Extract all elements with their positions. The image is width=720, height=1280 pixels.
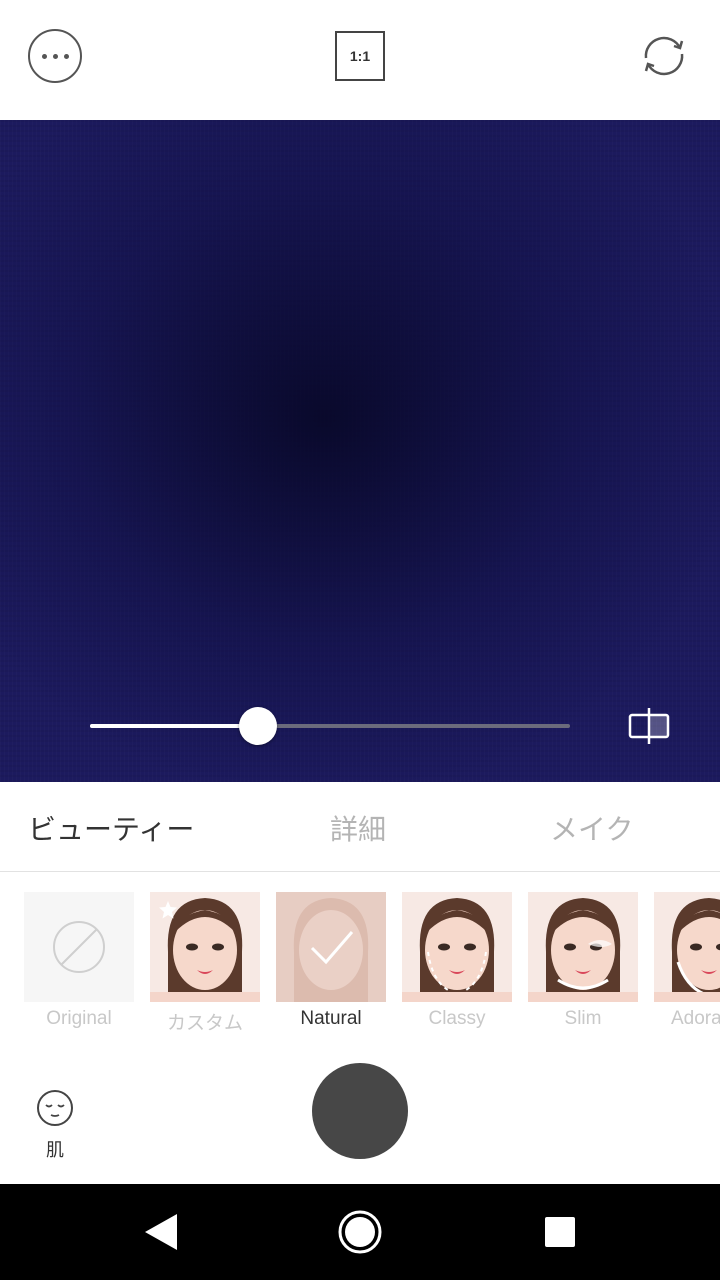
aspect-ratio-button[interactable]: 1:1	[335, 31, 385, 81]
preset-label: Original	[46, 1008, 112, 1029]
aspect-ratio-label: 1:1	[349, 48, 371, 64]
preset-list: Original カスタム Natural Classy Slim Adora	[0, 872, 720, 1040]
compare-split-icon	[628, 708, 670, 744]
feature-tabs: ビューティー 詳細 メイク	[0, 782, 720, 872]
camera-preview[interactable]	[0, 120, 720, 782]
preset-slim[interactable]: Slim	[528, 892, 638, 1030]
face-illustration	[654, 898, 720, 1002]
preset-label: Slim	[564, 1008, 602, 1029]
face-icon	[37, 1090, 73, 1126]
skin-button[interactable]: 肌	[34, 1088, 76, 1162]
preset-original[interactable]: Original	[24, 892, 134, 1030]
preset-label: カスタム	[166, 1013, 243, 1034]
skin-label: 肌	[46, 1140, 64, 1161]
recent-square-icon[interactable]	[545, 1217, 575, 1247]
preset-label: Classy	[428, 1008, 486, 1029]
tab-detail[interactable]: 詳細	[330, 808, 386, 848]
preset-thumbnail	[654, 892, 720, 1002]
none-icon	[53, 921, 105, 973]
switch-camera-button[interactable]	[636, 28, 692, 84]
top-bar: 1:1	[0, 0, 720, 120]
face-illustration	[528, 898, 638, 1002]
preset-thumbnail	[276, 892, 386, 1002]
preset-classy[interactable]: Classy	[402, 892, 512, 1030]
tab-beauty[interactable]: ビューティー	[28, 808, 194, 848]
more-horizontal-icon	[39, 53, 72, 59]
preset-adorable[interactable]: Adorable	[654, 892, 720, 1030]
slider-fill	[90, 724, 258, 728]
system-nav-bar	[0, 1184, 720, 1280]
camera-switch-icon	[644, 36, 684, 76]
compare-button[interactable]	[628, 706, 670, 746]
more-button[interactable]	[28, 29, 82, 83]
preset-label: Natural	[300, 1008, 362, 1029]
preset-thumbnail	[24, 892, 134, 1002]
preset-thumbnail	[402, 892, 512, 1002]
slider-knob[interactable]	[239, 707, 277, 745]
check-icon	[310, 931, 354, 965]
preset-thumbnail	[150, 892, 260, 1002]
beauty-intensity-slider[interactable]	[90, 707, 570, 745]
preset-label: Adorable	[670, 1008, 720, 1029]
star-icon	[159, 901, 177, 919]
preset-thumbnail	[528, 892, 638, 1002]
home-circle-icon[interactable]	[337, 1209, 383, 1255]
shutter-button[interactable]	[312, 1063, 408, 1159]
face-illustration	[402, 898, 512, 1002]
preset-custom[interactable]: カスタム	[150, 892, 260, 1035]
preset-natural[interactable]: Natural	[276, 892, 386, 1030]
tab-makeup[interactable]: メイク	[550, 808, 633, 848]
back-triangle-icon[interactable]	[143, 1212, 179, 1252]
